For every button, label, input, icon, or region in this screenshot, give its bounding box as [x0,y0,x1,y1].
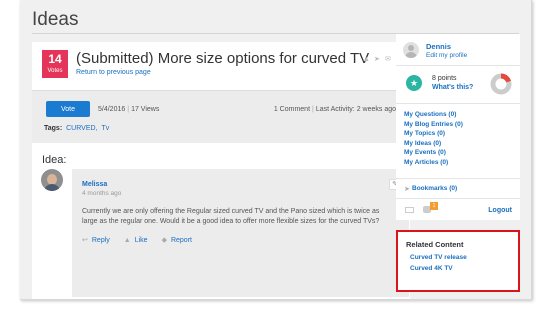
profile-avatar[interactable] [403,42,419,58]
related-item-curved-tv-release[interactable]: Curved TV release [410,254,467,261]
profile-name[interactable]: Dennis [426,42,451,51]
comment-actions: ↩ Reply ▲ Like ◆ Report [82,236,192,245]
my-questions-link[interactable]: My Questions (0) [404,110,520,120]
tag-curved[interactable]: CURVED, [66,125,97,132]
ideas-page: Ideas 14 Votes (Submitted) More size opt… [20,0,532,300]
idea-activity: 1 Comment | Last Activity: 2 weeks ago [273,106,396,113]
comment-body: Currently we are only offering the Regul… [82,208,380,225]
vote-count-label: Votes [47,68,63,74]
idea-main-panel: 14 Votes (Submitted) More size options f… [32,42,410,299]
my-topics-link[interactable]: My Topics (0) [404,129,520,139]
vote-count: 14 [48,52,62,66]
my-blog-entries-link[interactable]: My Blog Entries (0) [404,120,520,130]
points-progress-ring [490,73,512,95]
like-label: Like [134,236,148,244]
last-activity: Last Activity: 2 weeks ago [315,106,396,113]
idea-meta: 5/4/2016 | 17 Views [98,106,160,113]
my-events-link[interactable]: My Events (0) [404,148,520,158]
tag-tv[interactable]: Tv [101,125,109,132]
comment-count[interactable]: 1 Comment [274,106,310,113]
idea-title: (Submitted) More size options for curved… [76,50,370,67]
vote-bar: Vote 5/4/2016 | 17 Views 1 Comment | Last Ac… [32,90,410,143]
comment-time: 4 months ago [82,190,122,197]
star-icon: ★ [406,75,422,91]
tags-label: Tags: [44,125,63,132]
idea-views: 17 Views [131,106,160,113]
account-actions: 1 Logout [396,198,520,220]
report-label: Report [170,236,192,244]
tags-row: Tags: CURVED, Tv [44,125,109,132]
notification-badge: 1 [430,202,438,210]
reply-button[interactable]: ↩ Reply [82,236,110,245]
return-link[interactable]: Return to previous page [76,69,151,76]
bookmarks-panel: ➤ Bookmarks (0) [396,178,520,198]
idea-section-label: Idea: [42,154,67,166]
pin-icon[interactable]: ➤ [374,56,381,63]
report-button[interactable]: ◆ Report [161,236,192,245]
my-ideas-link[interactable]: My Ideas (0) [404,139,520,149]
whats-this-link[interactable]: What's this? [432,84,473,91]
page-title: Ideas [32,9,79,30]
comment-author[interactable]: Melissa [82,181,107,188]
logout-link[interactable]: Logout [488,207,512,214]
related-item-curved-4k-tv[interactable]: Curved 4K TV [410,265,453,272]
points-panel: ★ 8 points What's this? [396,65,520,103]
thumbs-up-icon[interactable]: ▲ [363,56,370,63]
reply-icon: ↩ [82,237,88,244]
idea-date: 5/4/2016 [98,106,126,113]
points-value: 8 points [432,75,457,82]
like-button[interactable]: ▲ Like [124,236,148,244]
idea-comment: Melissa 4 months ago ✎ Currently we are … [72,169,409,297]
profile-panel: Dennis Edit my profile [396,34,520,65]
mail-icon[interactable] [405,207,414,213]
report-icon: ◆ [161,237,167,244]
avatar[interactable] [41,169,63,191]
my-content-links: My Questions (0) My Blog Entries (0) My … [396,103,520,178]
idea-header: 14 Votes (Submitted) More size options f… [32,42,410,90]
thumbs-up-icon: ▲ [123,236,131,244]
bookmark-icon: ➤ [404,186,410,193]
edit-profile-link[interactable]: Edit my profile [426,52,467,59]
mail-icon[interactable]: ✉ [385,56,392,63]
my-articles-link[interactable]: My Articles (0) [404,158,520,168]
reply-label: Reply [91,236,110,244]
related-content-title: Related Content [406,240,464,249]
idea-header-actions: ▲ ➤ ✉ [363,56,392,63]
vote-button[interactable]: Vote [46,101,90,117]
related-content-panel: Related Content Curved TV release Curved… [396,230,520,292]
bookmarks-link[interactable]: Bookmarks (0) [412,185,457,192]
vote-count-badge: 14 Votes [42,50,68,78]
